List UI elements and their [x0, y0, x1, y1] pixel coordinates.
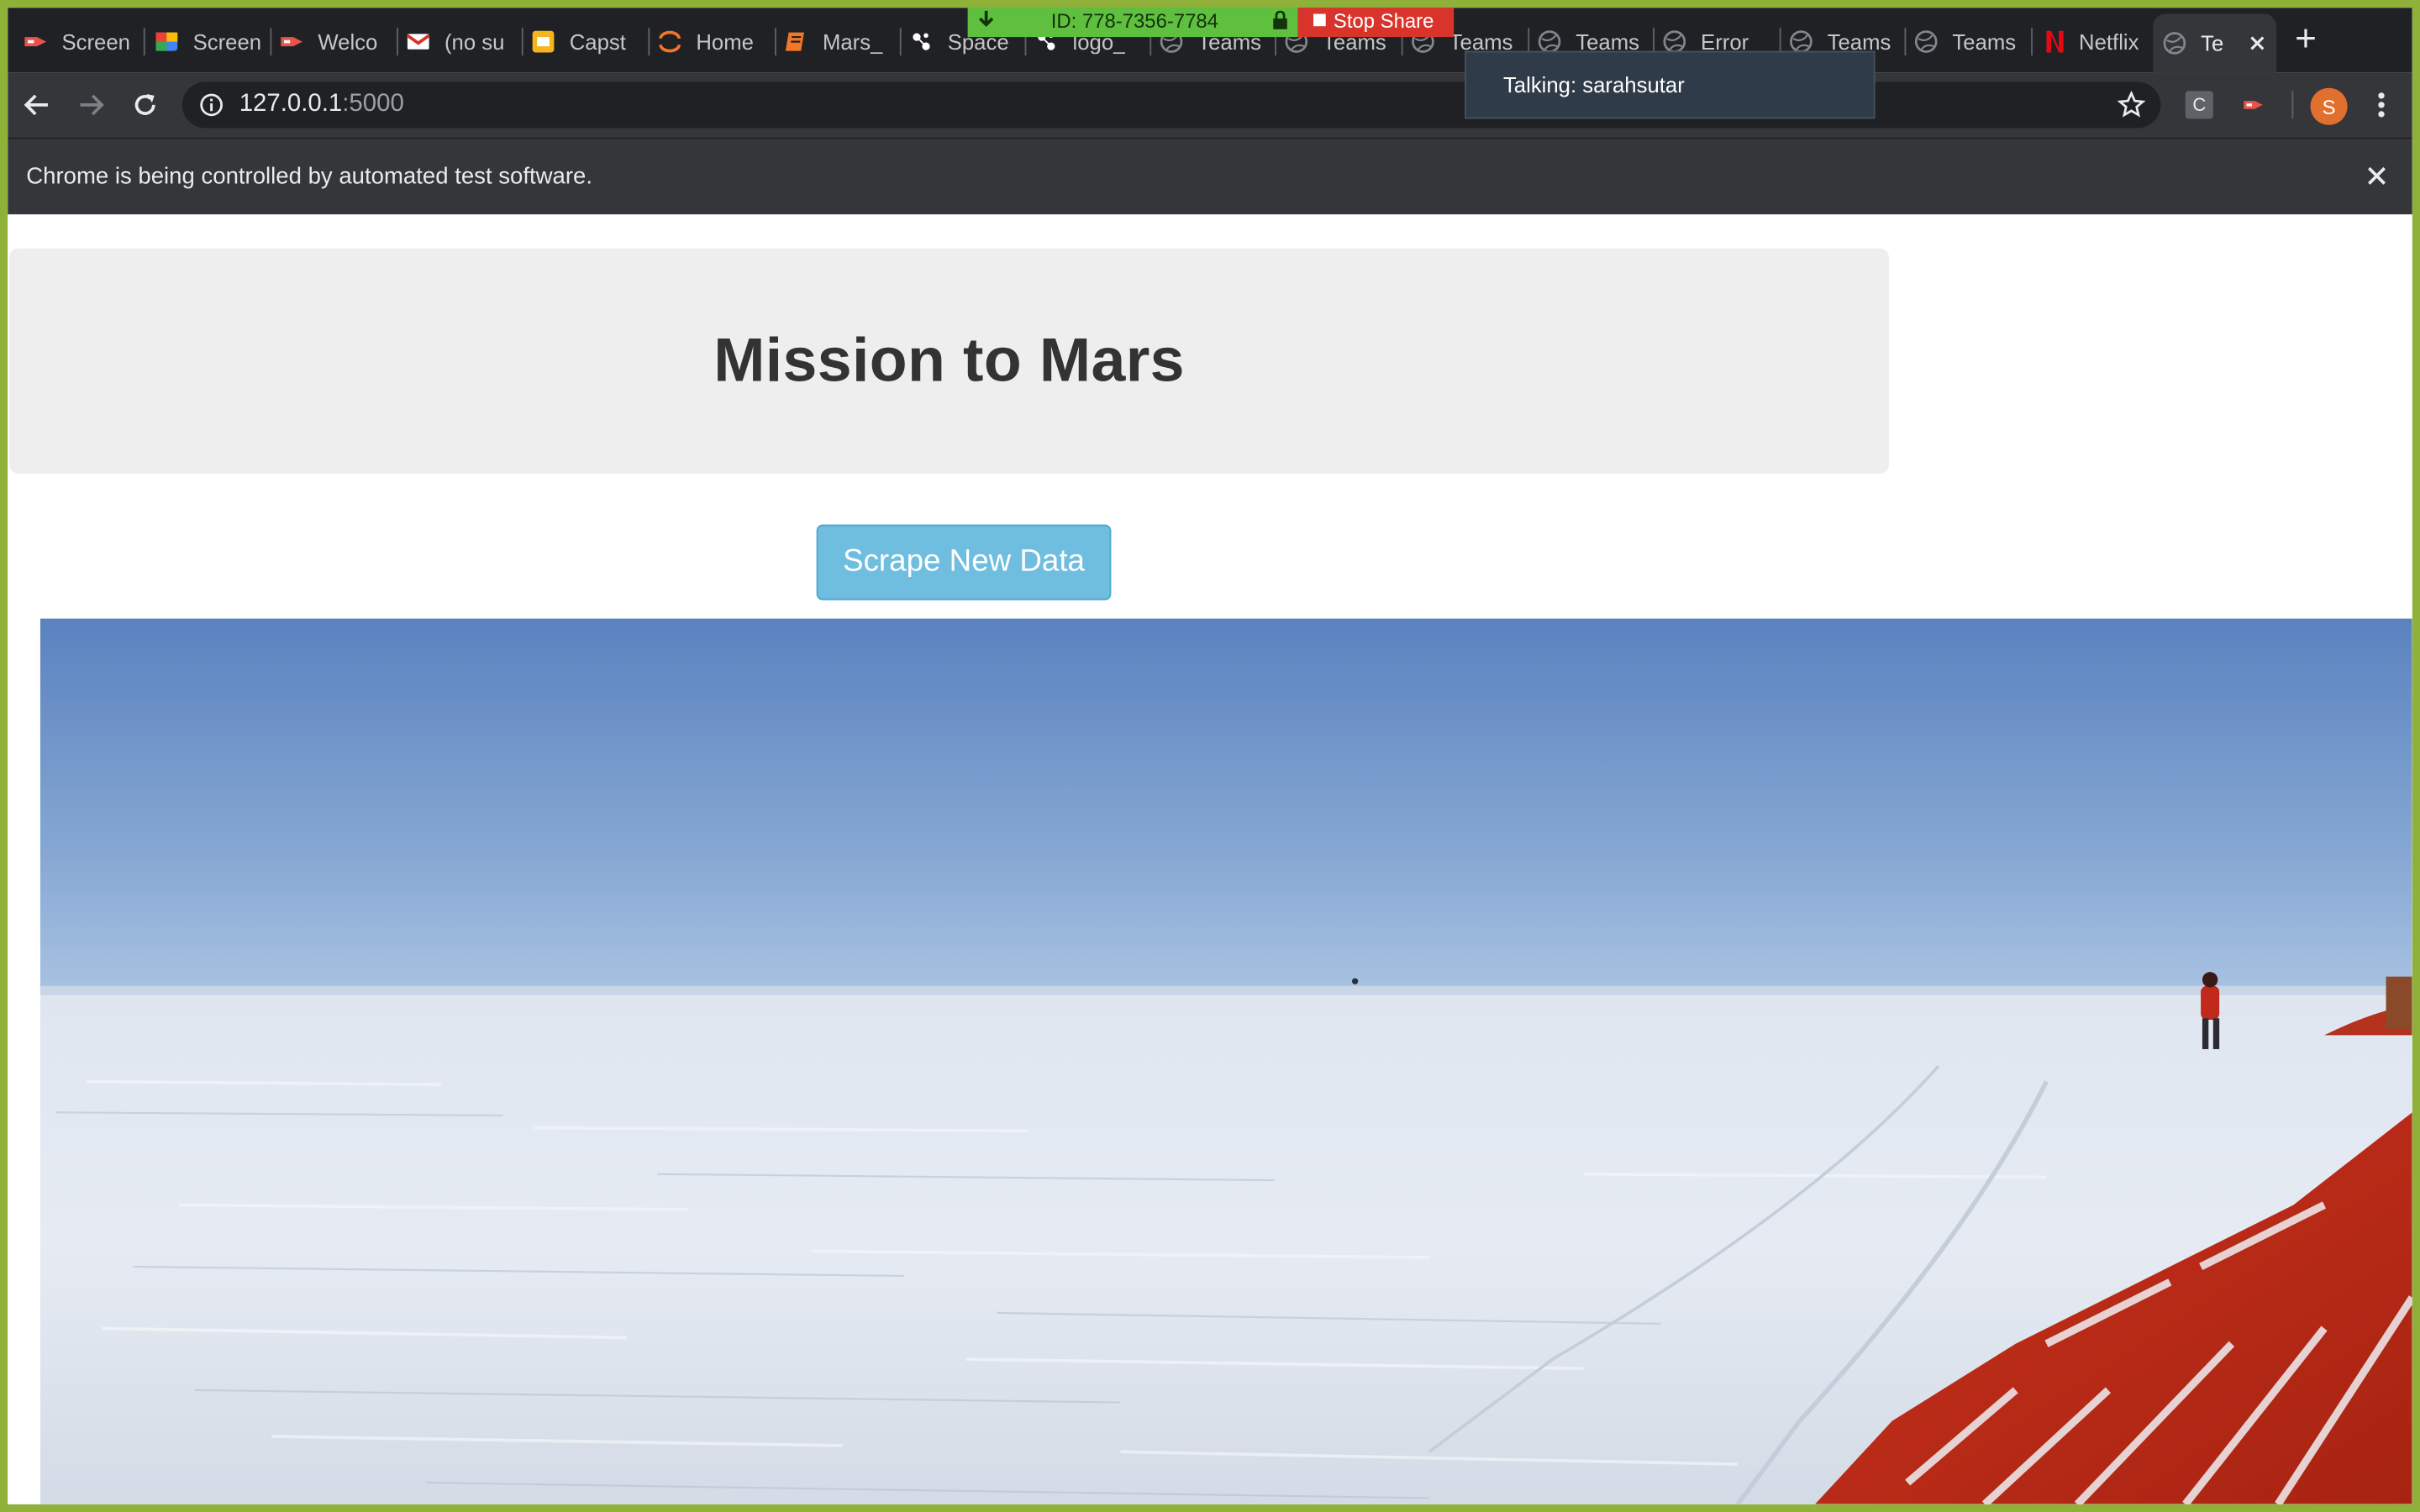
gmail-icon [406, 34, 430, 50]
tab-home[interactable]: Home [657, 20, 768, 63]
tab-label: Screen [61, 29, 130, 55]
space-icon [913, 33, 930, 50]
hero-image [39, 618, 2412, 1504]
tab-label: Mars_ [822, 29, 883, 55]
reload-button[interactable] [127, 87, 164, 123]
infobar-message: Chrome is being controlled by automated … [26, 163, 593, 190]
tab-label: Teams [1952, 29, 2017, 55]
new-tab-button[interactable]: + [2295, 21, 2317, 58]
profile-avatar[interactable]: S [2310, 87, 2348, 125]
browser-window: Screen Screen Welco (no su Capst Home Ma… [8, 8, 2412, 1504]
pin-icon[interactable] [977, 9, 996, 31]
tab-teams-6[interactable]: Teams [1914, 20, 2025, 63]
tab-divider [648, 28, 650, 56]
tab-divider [270, 28, 272, 56]
tab-active-current[interactable]: Te [2153, 13, 2277, 73]
tab-label: Capst [569, 29, 626, 55]
stop-icon [1313, 13, 1326, 27]
browser-toolbar: 127.0.0.1:5000 C S [8, 72, 2412, 138]
tab-divider [1904, 28, 1907, 56]
url-port: :5000 [342, 91, 404, 118]
slides-icon [532, 30, 555, 53]
tab-label: Welco [318, 29, 378, 55]
tab-divider [775, 28, 776, 56]
tab-divider [143, 28, 145, 56]
star-icon[interactable] [2117, 91, 2146, 118]
tab-mars-notebook[interactable]: Mars_ [784, 20, 895, 63]
arrow-right-icon [80, 94, 104, 116]
screen-share-bar: ID: 778-7356-7784 [967, 8, 1298, 38]
forward-button[interactable] [72, 87, 109, 123]
stop-share-label: Stop Share [1333, 8, 1434, 32]
tab-netflix[interactable]: Netflix [2040, 20, 2145, 63]
notebook-icon [785, 32, 804, 51]
tab-label: Te [2201, 30, 2224, 56]
extension-c-icon: C [2185, 91, 2213, 119]
jumbotron: Mission to Mars [9, 248, 1890, 474]
antarctic-snow-field-photo [39, 618, 2412, 1504]
info-icon[interactable] [199, 92, 224, 117]
stop-share-button[interactable]: Stop Share [1297, 8, 1455, 38]
screencastify-icon [24, 37, 47, 47]
jupyter-icon [659, 30, 681, 53]
lock-icon [1273, 10, 1287, 29]
netflix-icon [2046, 30, 2064, 53]
drive-icon [155, 32, 178, 51]
close-icon[interactable] [2363, 162, 2391, 190]
screencastify-extension-button[interactable] [2235, 87, 2272, 123]
arrow-left-icon [24, 94, 48, 116]
tab-label: Home [696, 29, 754, 55]
tab-divider [2031, 28, 2033, 56]
tab-divider [397, 28, 398, 56]
tab-gmail[interactable]: (no su [406, 20, 517, 63]
toolbar-divider [2291, 91, 2294, 119]
reload-icon [134, 94, 155, 115]
extension-c-button[interactable]: C [2181, 87, 2217, 123]
automation-infobar: Chrome is being controlled by automated … [8, 137, 2412, 215]
tab-divider [521, 28, 523, 56]
tab-screen-1[interactable]: Screen [24, 20, 138, 63]
globe-icon [1914, 30, 1938, 53]
page-title: Mission to Mars [713, 326, 1185, 395]
tab-welcome[interactable]: Welco [279, 20, 390, 63]
tab-label: Netflix [2079, 29, 2139, 55]
page-content: Mission to Mars Scrape New Data [8, 214, 2412, 1504]
close-tab-icon[interactable] [2247, 33, 2267, 55]
screencastify-icon [2244, 101, 2263, 109]
tab-label: Screen [192, 29, 262, 55]
tab-divider [899, 28, 902, 56]
menu-button[interactable] [2363, 87, 2400, 123]
scrape-new-data-button[interactable]: Scrape New Data [816, 524, 1112, 601]
tab-label: (no su [444, 29, 505, 55]
meeting-id: ID: 778-7356-7784 [1050, 8, 1218, 32]
url-host: 127.0.0.1 [239, 91, 343, 118]
back-button[interactable] [18, 87, 55, 123]
screencastify-icon [281, 37, 302, 47]
talking-indicator: Talking: sarahsutar [1465, 50, 1876, 119]
tab-screen-2[interactable]: Screen [155, 20, 266, 63]
tab-capstone[interactable]: Capst [531, 20, 642, 63]
globe-icon [2163, 32, 2186, 55]
more-vertical-icon [2378, 92, 2385, 118]
